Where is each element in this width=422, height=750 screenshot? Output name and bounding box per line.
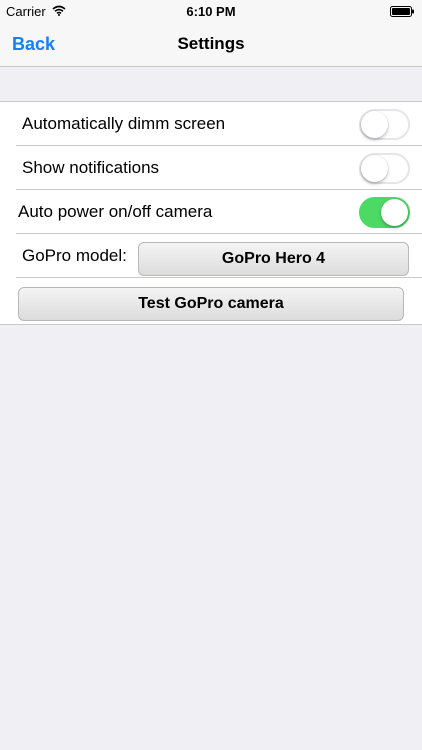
setting-row-gopro-model: GoPro model: GoPro Hero 4 <box>0 234 422 278</box>
status-time: 6:10 PM <box>186 4 236 19</box>
setting-row-test-camera: Test GoPro camera <box>0 278 422 324</box>
toggle-knob <box>361 155 388 182</box>
gopro-model-label: GoPro model: <box>22 246 127 265</box>
gopro-model-select-button[interactable]: GoPro Hero 4 <box>138 242 409 276</box>
dim-screen-toggle[interactable] <box>359 109 410 140</box>
navigation-bar: Back Settings <box>0 22 422 67</box>
notifications-toggle[interactable] <box>359 153 410 184</box>
notifications-label: Show notifications <box>22 158 160 177</box>
toggle-knob <box>381 199 408 226</box>
auto-power-label: Auto power on/off camera <box>18 202 213 221</box>
auto-power-toggle[interactable] <box>359 197 410 228</box>
toggle-knob <box>361 111 388 138</box>
battery-icon <box>390 6 414 17</box>
setting-row-notifications: Show notifications <box>0 146 422 190</box>
settings-group: Automatically dimm screen Show notificat… <box>0 101 422 325</box>
status-bar: Carrier 6:10 PM <box>0 0 422 22</box>
setting-row-dim-screen: Automatically dimm screen <box>0 102 422 146</box>
dim-screen-label: Automatically dimm screen <box>22 114 226 133</box>
setting-row-auto-power: Auto power on/off camera <box>0 190 422 234</box>
test-gopro-camera-button[interactable]: Test GoPro camera <box>18 287 404 321</box>
page-title: Settings <box>177 34 245 53</box>
